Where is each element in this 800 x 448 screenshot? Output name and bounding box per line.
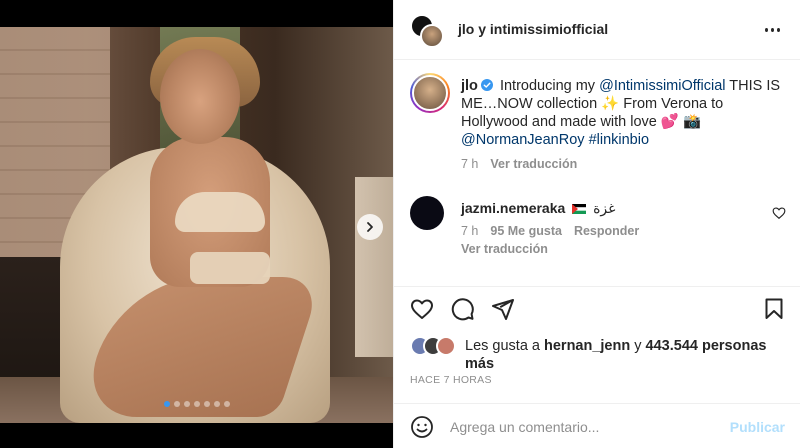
more-options-icon[interactable] <box>763 22 781 38</box>
mention-link[interactable]: @NormanJeanRoy <box>461 132 585 148</box>
carousel-dot <box>183 401 190 407</box>
likes-prefix: Les gusta a <box>465 338 544 354</box>
comment-time: 7 h <box>461 224 479 238</box>
carousel-dot <box>173 401 180 407</box>
avatar <box>420 24 444 48</box>
verified-badge-icon <box>480 79 493 91</box>
caption-text: jlo Introducing my @IntimissimiOfficial … <box>461 77 781 149</box>
liker-avatars <box>410 336 460 356</box>
caption-meta: 7 h Ver traducción <box>461 157 577 171</box>
likes-middle: y <box>630 338 646 354</box>
carousel-dot <box>213 401 220 407</box>
post-actions <box>394 286 800 328</box>
like-comment-heart-icon[interactable] <box>772 206 786 220</box>
post-media <box>0 0 393 448</box>
liker-username[interactable]: hernan_jenn <box>544 338 630 354</box>
likes-text: Les gusta a hernan_jenn y 443.544 person… <box>465 337 795 373</box>
author-avatar[interactable] <box>410 73 450 113</box>
comment-body: غزة <box>593 200 616 216</box>
carousel-dot <box>203 401 210 407</box>
like-heart-icon[interactable] <box>410 297 434 321</box>
carousel-dot <box>163 401 170 407</box>
caption-time: 7 h <box>461 157 479 171</box>
comment-input[interactable] <box>450 415 720 439</box>
caption-username[interactable]: jlo <box>461 78 478 94</box>
comments-section[interactable]: jlo Introducing my @IntimissimiOfficial … <box>394 61 800 286</box>
translate-link[interactable]: Ver traducción <box>490 157 577 171</box>
comment-bubble-icon[interactable] <box>451 297 475 321</box>
emoji-icon[interactable] <box>410 415 434 439</box>
caption-part: Introducing my <box>495 78 600 94</box>
palestine-flag-icon <box>572 204 587 214</box>
reply-button[interactable]: Responder <box>574 224 639 238</box>
publish-button[interactable]: Publicar <box>730 419 785 435</box>
share-send-icon[interactable] <box>491 297 515 321</box>
translate-link[interactable]: Ver traducción <box>461 242 548 256</box>
collab-avatars[interactable] <box>410 14 444 48</box>
carousel-dots <box>0 401 393 407</box>
carousel-dot <box>193 401 200 407</box>
carousel-next-button[interactable] <box>357 214 383 240</box>
comment-meta: 7 h 95 Me gusta Responder <box>461 224 639 238</box>
chevron-right-icon <box>367 222 373 232</box>
comment-text: jazmi.nemeraka غزة <box>461 200 615 217</box>
hashtag-link[interactable]: #linkinbio <box>589 132 649 148</box>
post-header: jlo y intimissimiofficial <box>394 0 800 60</box>
mention-link[interactable]: @IntimissimiOfficial <box>599 78 725 94</box>
post-photo[interactable] <box>0 27 393 423</box>
save-bookmark-icon[interactable] <box>762 297 786 321</box>
post-panel: jlo y intimissimiofficial jlo Introducin… <box>393 0 800 448</box>
comment-likes[interactable]: 95 Me gusta <box>490 224 562 238</box>
add-comment-bar: Publicar <box>394 403 800 448</box>
avatar[interactable] <box>410 196 444 230</box>
comment-username[interactable]: jazmi.nemeraka <box>461 200 565 216</box>
carousel-dot <box>223 401 230 407</box>
post-authors[interactable]: jlo y intimissimiofficial <box>458 21 608 37</box>
instagram-post: jlo y intimissimiofficial jlo Introducin… <box>0 0 800 448</box>
post-timestamp[interactable]: HACE 7 HORAS <box>410 374 492 386</box>
